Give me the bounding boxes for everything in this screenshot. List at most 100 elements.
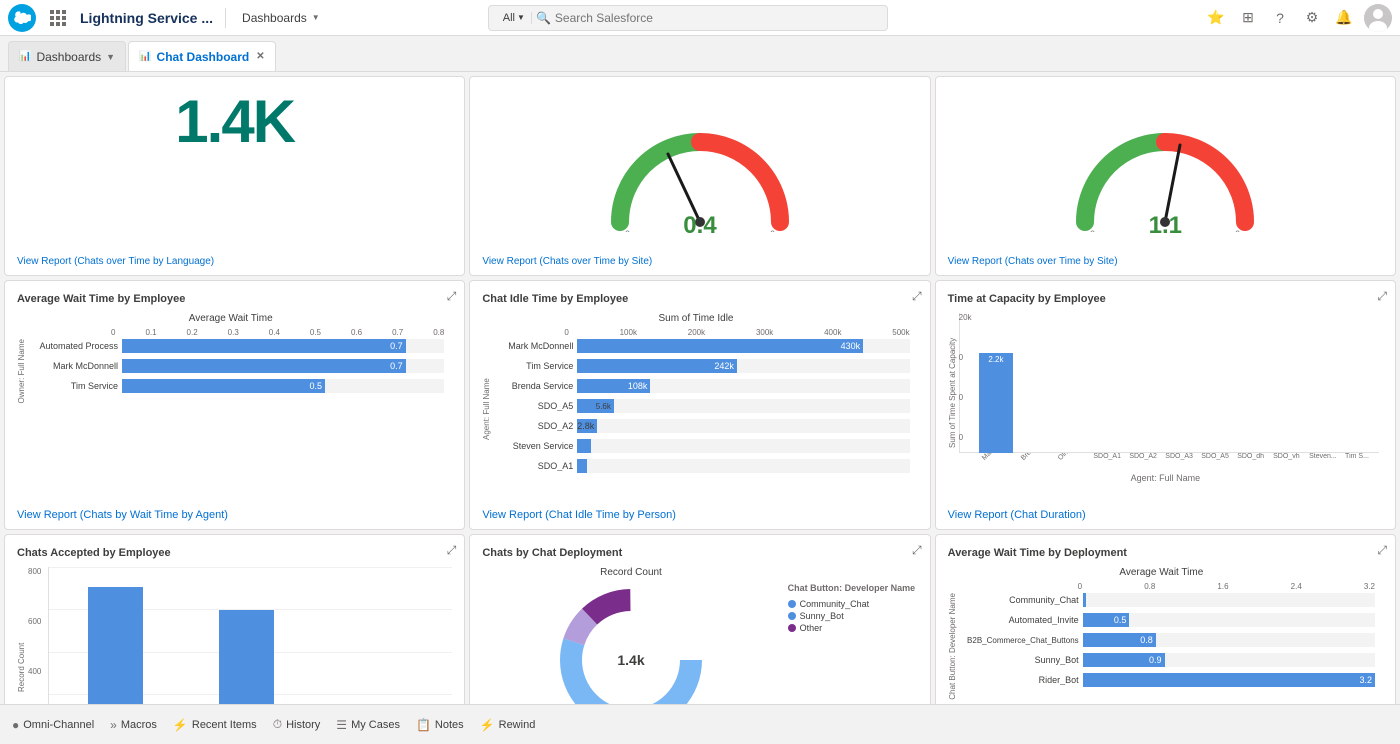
chats-by-deployment-title: Chats by Chat Deployment — [482, 547, 917, 559]
notifications-button[interactable]: 🔔 — [1332, 6, 1356, 30]
tab-chat-dashboard[interactable]: 📊 Chat Dashboard ✕ — [128, 41, 276, 71]
chats-accepted-title: Chats Accepted by Employee — [17, 547, 452, 559]
middle-row: Average Wait Time by Employee ⤢ Average … — [4, 280, 1396, 530]
top-card-3: 0 6 1.1 View Report (Chats over Time by … — [935, 76, 1396, 276]
user-avatar[interactable] — [1364, 4, 1392, 32]
app-title: Lightning Service ... — [80, 10, 213, 26]
list-item: Other — [788, 623, 918, 633]
avg-wait-deployment-axis: 00.81.62.43.2 — [1078, 582, 1375, 591]
time-capacity-yaxis: Sum of Time Spent at Capacity — [948, 313, 957, 473]
app-launcher-button[interactable] — [44, 4, 72, 32]
y-tick-600: 600 — [28, 617, 41, 626]
time-at-capacity-expand[interactable]: ⤢ — [1377, 289, 1387, 304]
chats-by-deployment-expand[interactable]: ⤢ — [912, 543, 922, 558]
search-scope-dropdown: ▼ — [517, 13, 525, 22]
avg-wait-deployment-title: Average Wait Time by Deployment — [948, 547, 1383, 559]
setup-button[interactable]: ⊞ — [1236, 6, 1260, 30]
svg-text:6: 6 — [1235, 229, 1240, 232]
time-at-capacity-card: Time at Capacity by Employee ⤢ Sum of Ti… — [935, 280, 1396, 530]
table-row: Brenda Service 108k — [493, 379, 909, 393]
time-capacity-xlabel: Agent: Full Name — [948, 473, 1383, 483]
nav-right: ⭐ ⊞ ? ⚙ 🔔 — [1204, 4, 1392, 32]
table-row: B2B_Commerce_Chat_Buttons 0.8 — [959, 633, 1375, 647]
table-row: Automated_Invite 0.5 — [959, 613, 1375, 627]
search-bar: All ▼ 🔍 — [488, 5, 888, 31]
recent-items-button[interactable]: ⚡ Recent Items — [173, 718, 257, 732]
tab-chat-dashboard-label: Chat Dashboard — [157, 50, 250, 64]
omni-channel-button[interactable]: ● Omni-Channel — [12, 718, 94, 732]
top-card-2: 0 6 0.4 View Report (Chats over Time by … — [469, 76, 930, 276]
bottom-row: Chats Accepted by Employee ⤢ Record Coun… — [4, 534, 1396, 704]
my-cases-label: My Cases — [351, 719, 400, 731]
omni-channel-label: Omni-Channel — [23, 719, 94, 731]
avg-wait-deployment-expand[interactable]: ⤢ — [1377, 543, 1387, 558]
nav-dashboards[interactable]: Dashboards ▼ — [238, 11, 324, 25]
avg-wait-deployment-chart-title: Average Wait Time — [948, 567, 1375, 578]
table-row: SDO_A5 5.6k — [493, 399, 909, 413]
cap-bar-1: 2.2k — [979, 353, 1014, 453]
my-cases-button[interactable]: ☰ My Cases — [336, 718, 400, 732]
search-scope[interactable]: All ▼ — [497, 12, 532, 24]
bottom-toolbar: ● Omni-Channel » Macros ⚡ Recent Items ⏱… — [0, 704, 1400, 744]
time-at-capacity-title: Time at Capacity by Employee — [948, 293, 1383, 305]
avg-wait-chart-title: Average Wait Time — [17, 313, 444, 324]
search-icon: 🔍 — [536, 11, 551, 25]
y-tick-0-2: 0 — [959, 393, 963, 402]
capacity-bars: 2.2k — [979, 313, 1379, 453]
donut-area: Record Count 1.4k 1.2k (88.4 — [482, 567, 779, 704]
capacity-xlabels: Mark McD... Brenda S... Olivia O... SDO_… — [979, 453, 1379, 473]
chat-idle-bars: Mark McDonnell 430k Tim Service 242k Bre… — [493, 339, 909, 479]
rewind-label: Rewind — [499, 719, 536, 731]
salesforce-logo — [8, 4, 36, 32]
community-chat-dot — [788, 600, 796, 608]
chats-accepted-bars — [50, 567, 442, 704]
y-tick-400: 400 — [28, 667, 41, 676]
top-card-1: 1.4K View Report (Chats over Time by Lan… — [4, 76, 465, 276]
avg-wait-deployment-yaxis: Chat Button: Developer Name — [948, 593, 957, 700]
search-scope-label: All — [503, 12, 515, 24]
y-tick-0-3: 0 — [959, 433, 963, 442]
avg-wait-yaxis: Owner: Full Name — [17, 339, 26, 403]
my-cases-icon: ☰ — [336, 718, 347, 732]
donut-svg: 1.4k — [551, 580, 711, 704]
deployment-legend: Chat Button: Developer Name Community_Ch… — [788, 567, 918, 704]
top-card-3-value: 1.1 — [1149, 212, 1182, 240]
top-card-2-link[interactable]: View Report (Chats over Time by Site) — [482, 256, 652, 267]
tab-close-icon[interactable]: ✕ — [256, 51, 264, 62]
top-card-3-link[interactable]: View Report (Chats over Time by Site) — [948, 256, 1118, 267]
community-chat-label: Community_Chat — [800, 599, 870, 609]
chat-idle-expand[interactable]: ⤢ — [912, 289, 922, 304]
table-row: Community_Chat — [959, 593, 1375, 607]
chats-accepted-expand[interactable]: ⤢ — [447, 543, 457, 558]
chat-idle-axis: 0100k200k300k400k500k — [564, 328, 909, 337]
avg-wait-expand[interactable]: ⤢ — [447, 289, 457, 304]
deployment-chart-area: Record Count 1.4k 1.2k (88.4 — [482, 567, 917, 704]
search-input[interactable] — [555, 11, 879, 25]
chats-accepted-area: 800 600 400 200 0 Automated Process Mark… — [28, 567, 452, 704]
table-row: Tim Service 0.5 — [28, 379, 444, 393]
settings-button[interactable]: ⚙ — [1300, 6, 1324, 30]
rewind-button[interactable]: ⚡ Rewind — [480, 718, 536, 732]
main-content: 1.4K View Report (Chats over Time by Lan… — [0, 72, 1400, 704]
time-at-capacity-link[interactable]: View Report (Chat Duration) — [948, 509, 1086, 521]
tab-dashboards-dropdown[interactable]: ▼ — [106, 52, 115, 62]
donut-chart-title: Record Count — [600, 567, 662, 578]
avg-wait-chart: Owner: Full Name Automated Process 0.7 — [17, 339, 444, 403]
macros-button[interactable]: » Macros — [110, 718, 157, 732]
top-card-1-link[interactable]: View Report (Chats over Time by Language… — [17, 256, 214, 267]
chat-idle-chart: Agent: Full Name Mark McDonnell 430k Tim… — [482, 339, 909, 479]
table-row: Steven Service — [493, 439, 909, 453]
help-button[interactable]: ? — [1268, 6, 1292, 30]
history-button[interactable]: ⏱ History — [273, 717, 321, 732]
favorites-button[interactable]: ⭐ — [1204, 6, 1228, 30]
bar-mark — [219, 610, 274, 705]
chats-accepted-chart: Record Count 800 600 400 200 0 — [17, 567, 452, 704]
top-card-1-value: 1.4K — [175, 87, 294, 156]
chat-idle-chart-title: Sum of Time Idle — [482, 313, 909, 324]
chat-idle-link[interactable]: View Report (Chat Idle Time by Person) — [482, 509, 676, 521]
recent-items-icon: ⚡ — [173, 718, 188, 732]
avg-wait-link[interactable]: View Report (Chats by Wait Time by Agent… — [17, 509, 228, 521]
nav-dropdown-icon: ▼ — [312, 13, 320, 22]
notes-button[interactable]: 📋 Notes — [416, 718, 464, 732]
tab-dashboards[interactable]: 📊 Dashboards ▼ — [8, 41, 126, 71]
